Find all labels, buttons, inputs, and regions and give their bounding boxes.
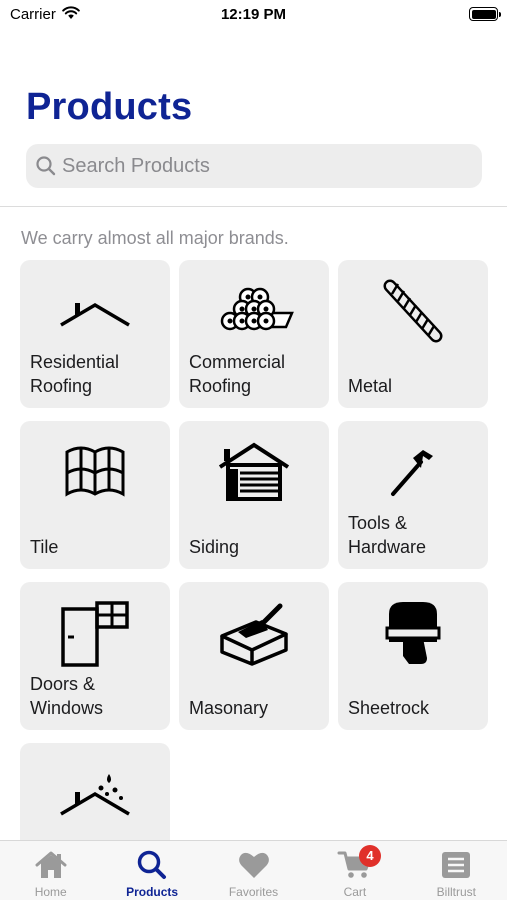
category-label: Commercial Roofing — [189, 352, 286, 396]
battery-icon — [469, 7, 501, 21]
tab-cart[interactable]: 4 Cart — [304, 841, 405, 900]
tab-bar: Home Products Favorites 4 Cart Billtrust — [0, 840, 507, 900]
category-sheetrock[interactable]: Sheetrock — [338, 582, 488, 730]
search-icon — [101, 849, 202, 881]
category-metal[interactable]: Metal — [338, 260, 488, 408]
cart-badge: 4 — [358, 845, 381, 867]
rebar-icon — [338, 272, 488, 350]
tab-home[interactable]: Home — [0, 841, 101, 900]
brick-trowel-icon — [179, 594, 329, 672]
rolls-icon — [179, 272, 329, 350]
status-bar: Carrier 12:19 PM — [0, 0, 507, 30]
category-label: Tile — [30, 537, 59, 557]
tile-icon — [20, 433, 170, 511]
document-icon — [406, 849, 507, 881]
category-label: Doors & Windows — [30, 674, 104, 718]
tab-favorites[interactable]: Favorites — [203, 841, 304, 900]
category-tools-hardware[interactable]: Tools & Hardware — [338, 421, 488, 569]
search-bar[interactable] — [26, 144, 482, 188]
brands-note: We carry almost all major brands. — [21, 228, 289, 248]
tab-label: Products — [126, 885, 179, 899]
category-siding[interactable]: Siding — [179, 421, 329, 569]
category-label: Residential Roofing — [30, 352, 120, 396]
category-label: Siding — [189, 537, 240, 557]
drywall-icon — [338, 594, 488, 672]
clock: 12:19 PM — [220, 6, 287, 23]
search-input[interactable] — [62, 144, 462, 188]
search-icon — [36, 156, 56, 176]
home-icon — [0, 849, 101, 881]
roof-leak-icon — [20, 755, 170, 833]
heart-icon — [203, 849, 304, 881]
category-tile[interactable]: Tile — [20, 421, 170, 569]
tab-billtrust[interactable]: Billtrust — [406, 841, 507, 900]
category-residential-roofing[interactable]: Residential Roofing — [20, 260, 170, 408]
tab-products[interactable]: Products — [101, 841, 202, 900]
page-title: Products — [26, 86, 193, 128]
divider — [0, 206, 507, 207]
door-window-icon — [20, 594, 170, 672]
house-siding-icon — [179, 433, 329, 511]
category-commercial-roofing[interactable]: Commercial Roofing — [179, 260, 329, 408]
category-grid: Residential Roofing Commercial Roofing M… — [20, 260, 488, 891]
cart-icon — [304, 849, 405, 881]
category-doors-windows[interactable]: Doors & Windows — [20, 582, 170, 730]
category-label: Metal — [348, 376, 393, 396]
tab-label: Billtrust — [436, 885, 476, 899]
hammer-icon — [338, 433, 488, 511]
tab-label: Cart — [343, 885, 367, 899]
tab-label: Home — [34, 885, 67, 899]
category-label: Sheetrock — [348, 698, 430, 718]
category-label: Tools & Hardware — [348, 513, 427, 557]
category-masonary[interactable]: Masonary — [179, 582, 329, 730]
roof-icon — [20, 272, 170, 350]
category-label: Masonary — [189, 698, 269, 718]
tab-label: Favorites — [228, 885, 279, 899]
